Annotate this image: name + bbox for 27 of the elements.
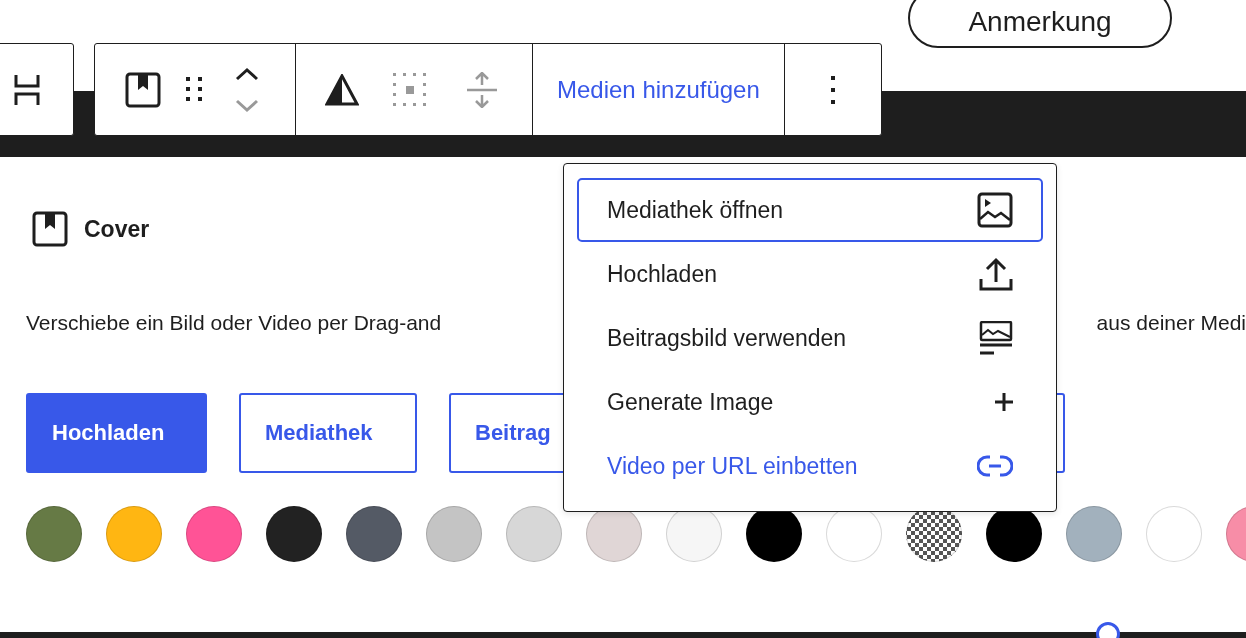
color-swatch[interactable] [106,506,162,562]
color-swatch[interactable] [186,506,242,562]
color-swatch[interactable] [506,506,562,562]
cover-icon [32,211,68,247]
upload-button[interactable]: Hochladen [26,393,207,473]
menu-item[interactable]: Video per URL einbetten [577,434,1043,498]
color-swatch[interactable] [266,506,322,562]
color-swatch[interactable] [426,506,482,562]
color-swatch[interactable] [26,506,82,562]
color-swatch[interactable] [1146,506,1202,562]
menu-item[interactable]: Beitragsbild verwenden [577,306,1043,370]
link-icon [977,455,1013,477]
menu-item[interactable]: Generate Image [577,370,1043,434]
color-swatch[interactable] [346,506,402,562]
featured-image-icon [979,321,1013,355]
media-button[interactable]: Mediathek [239,393,417,473]
block-title: Cover [84,215,150,243]
image-icon [977,192,1013,228]
plus-icon [995,393,1013,411]
menu-item[interactable]: Hochladen [577,242,1043,306]
add-media-button[interactable]: Medien hinzufügen [533,44,784,135]
description-text: aus deiner Medi [1096,311,1246,335]
color-swatch[interactable] [1066,506,1122,562]
description-text: Verschiebe ein Bild oder Video per Drag-and [26,311,442,335]
annotation-button[interactable]: Anmerkung [908,0,1172,48]
upload-icon [979,257,1013,291]
menu-item[interactable]: Mediathek öffnen [577,178,1043,242]
